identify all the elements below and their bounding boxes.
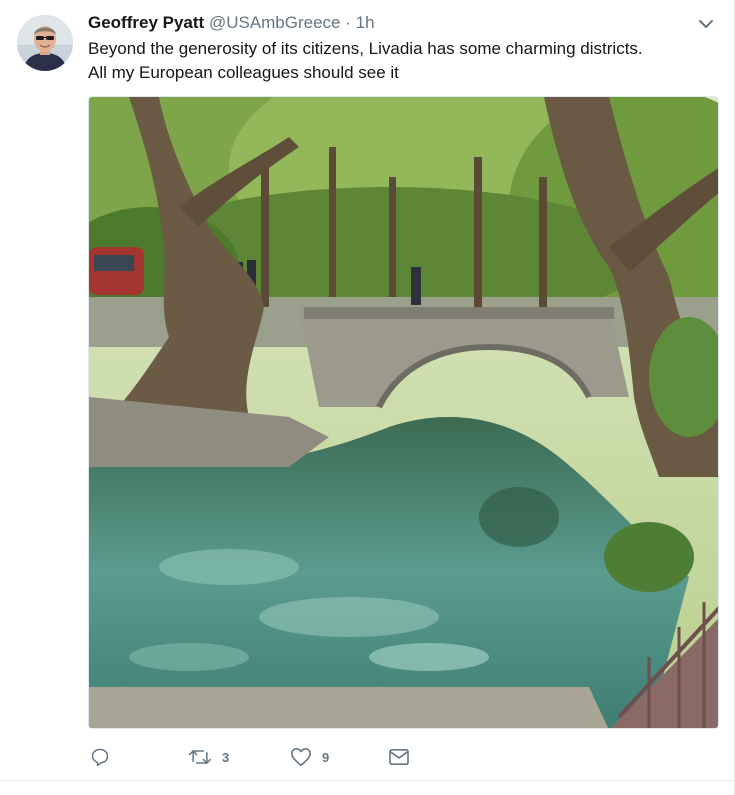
reply-icon: [91, 748, 109, 767]
retweet-button[interactable]: 3: [188, 742, 229, 772]
avatar[interactable]: [17, 15, 73, 71]
tweet-photo[interactable]: [88, 96, 719, 729]
tweet-header: Geoffrey Pyatt @USAmbGreece · 1h: [88, 12, 688, 34]
tweet-text-line: Beyond the generosity of its citizens, L…: [88, 39, 643, 58]
author-name[interactable]: Geoffrey Pyatt: [88, 13, 204, 32]
author-handle[interactable]: @USAmbGreece: [209, 13, 341, 32]
photo-stone-bridge-icon: [89, 97, 718, 728]
like-button[interactable]: 9: [290, 742, 329, 772]
envelope-icon: [389, 748, 409, 766]
chevron-down-icon[interactable]: [696, 14, 716, 34]
direct-message-button[interactable]: [388, 742, 410, 772]
tweet-actions: 3 9: [88, 742, 708, 772]
tweet-divider: [0, 780, 735, 781]
retweet-icon: [188, 750, 212, 764]
avatar-photo-icon: [17, 15, 73, 71]
like-count: 9: [322, 749, 330, 765]
reply-button[interactable]: [90, 742, 120, 772]
separator-dot: ·: [345, 13, 351, 32]
tweet-timestamp[interactable]: 1h: [356, 13, 375, 32]
tweet-text-line: All my European colleagues should see it: [88, 63, 399, 82]
heart-icon: [291, 748, 311, 766]
retweet-count: 3: [222, 749, 230, 765]
tweet-text: Beyond the generosity of its citizens, L…: [88, 37, 708, 85]
tweet-card[interactable]: Geoffrey Pyatt @USAmbGreece · 1h Beyond …: [0, 0, 735, 795]
